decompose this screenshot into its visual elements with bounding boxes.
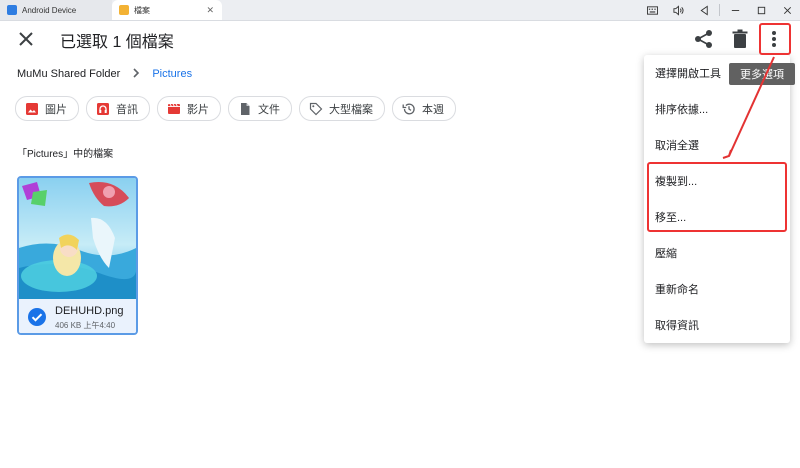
close-selection-icon[interactable] (16, 29, 36, 49)
minimize-icon[interactable] (722, 0, 748, 20)
chip-video[interactable]: 影片 (157, 96, 221, 121)
chip-label: 大型檔案 (329, 103, 373, 116)
more-options-tooltip: 更多選項 (729, 63, 795, 85)
file-info: DEHUHD.png 406 KB 上午4:40 (19, 299, 136, 333)
checkmark-circle-icon[interactable] (27, 307, 47, 327)
chip-label: 圖片 (45, 103, 67, 116)
annotation-box-more-button (759, 23, 791, 55)
chip-large-files[interactable]: 大型檔案 (299, 96, 385, 121)
breadcrumb: MuMu Shared Folder Pictures (17, 67, 192, 81)
emulator-title-bar: Android Device 檔案 ✕ (0, 0, 800, 21)
tab-label: Android Device (22, 5, 77, 15)
share-icon[interactable] (693, 28, 715, 50)
window-close-icon[interactable] (774, 0, 800, 20)
history-icon (402, 102, 416, 116)
tab-label: 檔案 (134, 5, 150, 15)
menu-item-get-info[interactable]: 取得資訊 (644, 307, 790, 343)
chip-audio[interactable]: 音訊 (86, 96, 150, 121)
breadcrumb-current[interactable]: Pictures (152, 68, 192, 80)
menu-item-sort-by[interactable]: 排序依據... (644, 91, 790, 127)
mumu-logo-icon (7, 5, 17, 15)
tag-icon (309, 102, 323, 116)
menu-item-compress[interactable]: 壓縮 (644, 235, 790, 271)
headphones-icon (96, 102, 110, 116)
image-icon (25, 102, 39, 116)
section-heading: 「Pictures」中的檔案 (17, 149, 114, 160)
chip-images[interactable]: 圖片 (15, 96, 79, 121)
window-controls (639, 0, 800, 20)
annotation-box-copy-move (647, 162, 787, 232)
menu-item-deselect-all[interactable]: 取消全選 (644, 127, 790, 163)
delete-icon[interactable] (729, 28, 751, 50)
breadcrumb-root[interactable]: MuMu Shared Folder (17, 68, 120, 80)
keyboard-icon[interactable] (639, 0, 665, 20)
file-meta: 406 KB 上午4:40 (55, 321, 116, 330)
chip-documents[interactable]: 文件 (228, 96, 292, 121)
file-name: DEHUHD.png (55, 305, 124, 317)
chip-label: 文件 (258, 103, 280, 116)
chip-this-week[interactable]: 本週 (392, 96, 456, 121)
file-thumbnail (19, 178, 136, 299)
tab-android-device[interactable]: Android Device (0, 0, 112, 20)
selection-app-bar: 已選取 1 個檔案 (0, 20, 800, 58)
divider (719, 4, 720, 16)
chip-label: 本週 (422, 103, 444, 116)
tab-close-icon[interactable]: ✕ (206, 5, 214, 15)
volume-icon[interactable] (665, 0, 691, 20)
document-icon (238, 102, 252, 116)
chip-label: 音訊 (116, 103, 138, 116)
folder-app-icon (119, 5, 129, 15)
file-card[interactable]: DEHUHD.png 406 KB 上午4:40 (17, 176, 138, 335)
menu-item-rename[interactable]: 重新命名 (644, 271, 790, 307)
back-triangle-icon[interactable] (691, 0, 717, 20)
chevron-right-icon (132, 67, 140, 81)
tab-files[interactable]: 檔案 ✕ (112, 0, 222, 20)
chip-label: 影片 (187, 103, 209, 116)
maximize-icon[interactable] (748, 0, 774, 20)
video-icon (167, 102, 181, 116)
filter-chips: 圖片 音訊 影片 文件 大型檔案 本週 (15, 96, 463, 121)
page-title: 已選取 1 個檔案 (60, 34, 174, 51)
